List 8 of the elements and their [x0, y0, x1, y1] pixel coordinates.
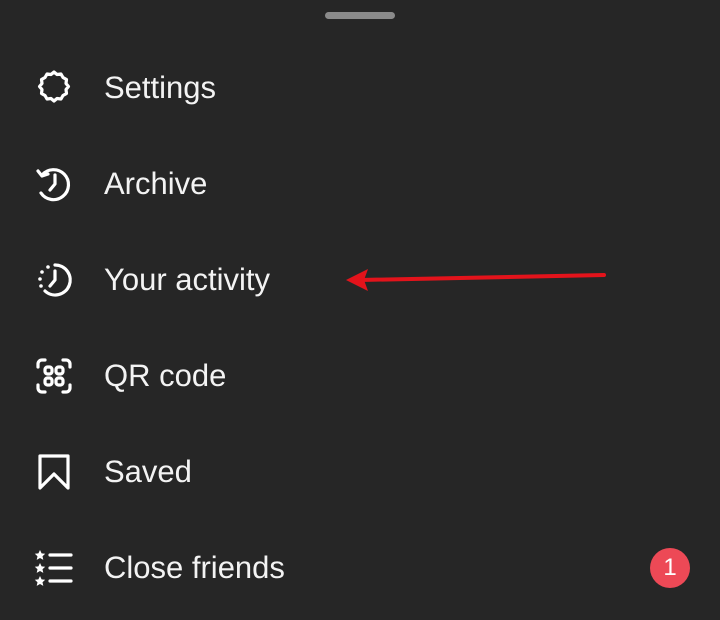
menu-item[interactable]: QR code [104, 352, 690, 400]
drag-handle[interactable] [325, 12, 395, 19]
menu-item[interactable]: Archive [104, 160, 690, 208]
notification-badge: 1 [650, 548, 690, 588]
menu-item[interactable]: Close friends [104, 544, 650, 592]
menu-item[interactable]: Saved [104, 448, 690, 496]
menu-item[interactable]: Settings [104, 64, 690, 112]
menu-item[interactable]: Your activity [104, 256, 690, 304]
